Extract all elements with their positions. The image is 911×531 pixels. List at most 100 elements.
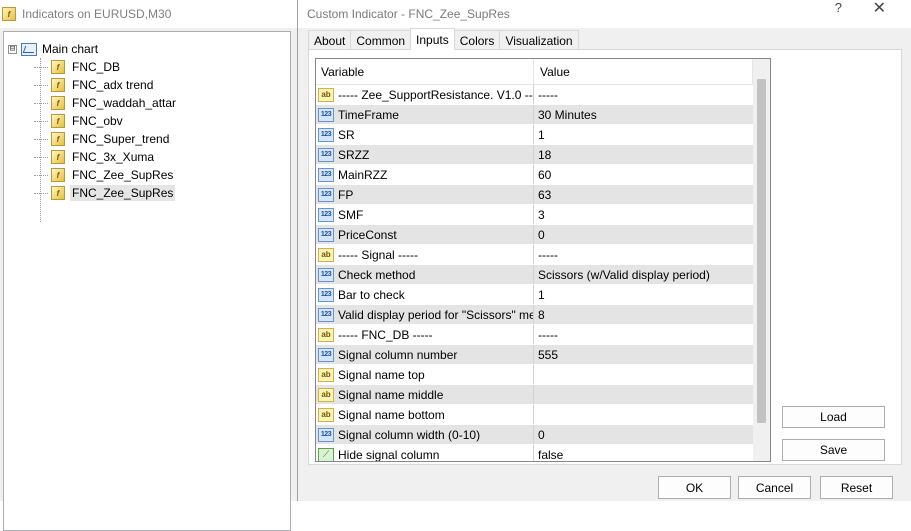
table-row[interactable]: 123 Valid display period for "Scissors" m… <box>316 305 753 325</box>
chart-icon <box>21 42 37 56</box>
table-row[interactable]: ab ----- FNC_DB ----- ----- <box>316 325 753 345</box>
tree-connector <box>34 192 48 194</box>
ok-button[interactable]: OK <box>658 476 731 499</box>
tree-root-main-chart[interactable]: ⊟ Main chart <box>8 40 98 58</box>
number-type-icon: 123 <box>318 147 334 162</box>
table-row[interactable]: 123 SMF 3 <box>316 205 753 225</box>
cancel-button[interactable]: Cancel <box>738 476 811 499</box>
tab-about[interactable]: About <box>308 30 352 50</box>
value-cell[interactable]: 1 <box>534 125 753 144</box>
tab-inputs[interactable]: Inputs <box>410 28 455 50</box>
custom-indicator-dialog: Custom Indicator - FNC_Zee_SupRes ? ✕ Ab… <box>297 0 911 501</box>
number-type-icon: 123 <box>318 167 334 182</box>
indicator-tree[interactable]: ⊟ Main chart f FNC_DB f FNC_adx trend f FNC_w… <box>3 31 291 531</box>
table-row[interactable]: 123 Bar to check 1 <box>316 285 753 305</box>
table-row[interactable]: 123 SRZZ 18 <box>316 145 753 165</box>
variable-name: Bar to check <box>338 287 405 302</box>
tab-visualization[interactable]: Visualization <box>499 30 579 50</box>
tab-common[interactable]: Common <box>350 30 412 50</box>
save-button[interactable]: Save <box>782 439 885 461</box>
column-header-variable[interactable]: Variable <box>316 59 534 84</box>
variable-name: FP <box>338 187 354 202</box>
value-cell[interactable]: ----- <box>534 85 753 104</box>
variable-cell: 123 Bar to check <box>316 285 534 304</box>
dialog-title: Custom Indicator - FNC_Zee_SupRes <box>307 7 510 21</box>
string-type-icon: ab <box>318 367 334 382</box>
value-cell[interactable]: Scissors (w/Valid display period) <box>534 265 753 284</box>
table-row[interactable]: ab Signal name middle <box>316 385 753 405</box>
value-cell[interactable]: 0 <box>534 425 753 444</box>
tree-connector <box>34 102 48 104</box>
variable-name: ----- FNC_DB ----- <box>338 327 433 342</box>
table-row[interactable]: ab ----- Zee_SupportResistance. V1.0 ----… <box>316 85 753 105</box>
tab-colors[interactable]: Colors <box>453 30 501 50</box>
value-cell[interactable]: 555 <box>534 345 753 364</box>
variable-name: Signal name bottom <box>338 407 445 422</box>
value-cell[interactable] <box>534 385 753 404</box>
string-type-icon: ab <box>318 247 334 262</box>
close-icon[interactable]: ✕ <box>873 0 886 18</box>
variable-cell: 123 SR <box>316 125 534 144</box>
value-cell[interactable]: ----- <box>534 325 753 344</box>
table-row[interactable]: ab ----- Signal ----- ----- <box>316 245 753 265</box>
table-row[interactable]: ab Signal name top <box>316 365 753 385</box>
reset-button[interactable]: Reset <box>820 476 893 499</box>
tree-item[interactable]: f FNC_Super_trend <box>34 130 171 148</box>
table-row[interactable]: ab Signal name bottom <box>316 405 753 425</box>
string-type-icon: ab <box>318 387 334 402</box>
help-button[interactable]: ? <box>835 0 842 15</box>
table-row[interactable]: 123 TimeFrame 30 Minutes <box>316 105 753 125</box>
variable-cell: ab Signal name top <box>316 365 534 384</box>
column-header-value[interactable]: Value <box>534 59 753 84</box>
grid-header: Variable Value <box>316 59 770 85</box>
tree-item[interactable]: f FNC_Zee_SupRes <box>34 184 176 202</box>
tree-item[interactable]: f FNC_obv <box>34 112 125 130</box>
value-cell[interactable]: 60 <box>534 165 753 184</box>
value-cell[interactable]: 8 <box>534 305 753 324</box>
value-cell[interactable]: 30 Minutes <box>534 105 753 124</box>
indicator-icon: f <box>51 186 65 200</box>
table-row[interactable]: 123 MainRZZ 60 <box>316 165 753 185</box>
table-row[interactable]: 123 Check method Scissors (w/Valid display… <box>316 265 753 285</box>
string-type-icon: ab <box>318 327 334 342</box>
variable-name: SR <box>338 127 355 142</box>
variable-name: Signal column number <box>338 347 458 362</box>
variable-name: Hide signal column <box>338 447 440 462</box>
value-cell[interactable]: 0 <box>534 225 753 244</box>
table-row[interactable]: 123 Signal column width (0-10) 0 <box>316 425 753 445</box>
grid-body: ab ----- Zee_SupportResistance. V1.0 ----… <box>316 85 753 462</box>
variable-cell: ab ----- Signal ----- <box>316 245 534 264</box>
collapse-icon[interactable]: ⊟ <box>8 44 17 54</box>
grid-scrollbar[interactable] <box>753 59 770 461</box>
value-cell[interactable] <box>534 365 753 384</box>
dialog-titlebar: Custom Indicator - FNC_Zee_SupRes ? ✕ <box>298 0 911 28</box>
variable-cell: ab ----- FNC_DB ----- <box>316 325 534 344</box>
value-cell[interactable]: 1 <box>534 285 753 304</box>
variable-name: Check method <box>338 267 416 282</box>
scrollbar-thumb[interactable] <box>757 79 766 423</box>
tree-item[interactable]: f FNC_3x_Xuma <box>34 148 156 166</box>
variable-name: SRZZ <box>338 147 370 162</box>
tree-item[interactable]: f FNC_Zee_SupRes <box>34 166 175 184</box>
load-button[interactable]: Load <box>782 406 885 428</box>
table-row[interactable]: 123 Signal column number 555 <box>316 345 753 365</box>
table-row[interactable]: 123 PriceConst 0 <box>316 225 753 245</box>
value-cell[interactable]: 18 <box>534 145 753 164</box>
tree-item[interactable]: f FNC_DB <box>34 58 122 76</box>
variable-cell: ab ----- Zee_SupportResistance. V1.0 ----… <box>316 85 534 104</box>
tree-connector <box>34 174 48 176</box>
variable-name: Signal column width (0-10) <box>338 427 481 442</box>
tree-item[interactable]: f FNC_adx trend <box>34 76 155 94</box>
value-cell[interactable]: 63 <box>534 185 753 204</box>
value-cell[interactable]: false <box>534 445 753 462</box>
table-row[interactable]: ⟋ Hide signal column false <box>316 445 753 462</box>
variable-cell: 123 SRZZ <box>316 145 534 164</box>
tree-item[interactable]: f FNC_waddah_attar <box>34 94 178 112</box>
value-cell[interactable]: ----- <box>534 245 753 264</box>
value-cell[interactable]: 3 <box>534 205 753 224</box>
value-cell[interactable] <box>534 405 753 424</box>
table-row[interactable]: 123 FP 63 <box>316 185 753 205</box>
table-row[interactable]: 123 SR 1 <box>316 125 753 145</box>
number-type-icon: 123 <box>318 207 334 222</box>
tree-item-label: FNC_3x_Xuma <box>72 150 155 164</box>
